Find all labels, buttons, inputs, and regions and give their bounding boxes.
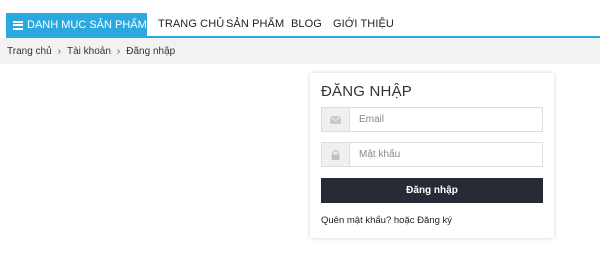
lock-icon — [322, 143, 350, 166]
account-links: Quên mật khẩu? hoặc Đăng ký — [321, 215, 452, 226]
nav-item-blog[interactable]: BLOG — [291, 18, 322, 30]
or-text: hoặc — [393, 215, 415, 226]
login-title: ĐĂNG NHẬP — [321, 83, 412, 100]
login-card: ĐĂNG NHẬP Đăng nhập Quên mật khẩu? hoặc … — [310, 73, 554, 238]
forgot-password-link[interactable]: Quên mật khẩu? — [321, 215, 391, 226]
password-field-group — [321, 142, 543, 167]
envelope-icon — [322, 108, 350, 131]
breadcrumb-separator: › — [116, 45, 121, 57]
nav-item-products[interactable]: SẢN PHẨM — [226, 18, 284, 30]
hamburger-icon — [13, 20, 23, 30]
category-menu-label: DANH MỤC SẢN PHẨM — [27, 19, 147, 31]
breadcrumb: Trang chủ › Tài khoản › Đăng nhập — [0, 38, 600, 64]
category-menu-button[interactable]: DANH MỤC SẢN PHẨM — [6, 13, 147, 37]
register-link[interactable]: Đăng ký — [417, 215, 452, 226]
email-input[interactable] — [350, 108, 542, 131]
breadcrumb-current: Đăng nhập — [126, 45, 176, 57]
login-button[interactable]: Đăng nhập — [321, 178, 543, 203]
email-field-group — [321, 107, 543, 132]
breadcrumb-home[interactable]: Trang chủ — [7, 46, 52, 57]
breadcrumb-account[interactable]: Tài khoản — [67, 46, 111, 57]
breadcrumb-separator: › — [57, 45, 61, 57]
top-navigation: DANH MỤC SẢN PHẨM TRANG CHỦ SẢN PHẨM BLO… — [0, 0, 600, 38]
nav-item-home[interactable]: TRANG CHỦ — [158, 18, 224, 30]
nav-item-about[interactable]: GIỚI THIỆU — [333, 18, 394, 30]
password-input[interactable] — [350, 143, 542, 166]
